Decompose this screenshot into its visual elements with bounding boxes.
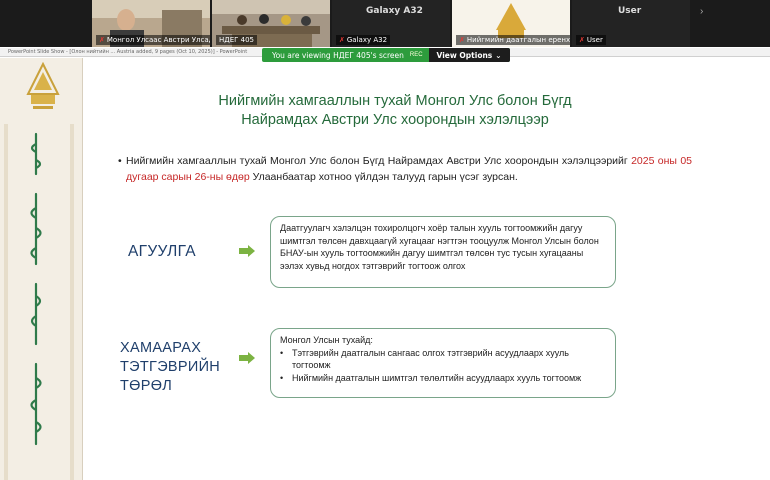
- organization-logo: [26, 62, 60, 109]
- rec-indicator: REC: [409, 52, 423, 58]
- arrow-right-icon: [239, 245, 255, 257]
- mic-muted-icon: ✗: [579, 36, 585, 44]
- participant-title: Galaxy A32: [366, 6, 423, 16]
- slide-divider: [82, 58, 83, 480]
- participant-title: User: [618, 6, 642, 16]
- participant-tile[interactable]: User ✗ User: [572, 0, 690, 47]
- arrow-right-icon: [239, 352, 255, 364]
- intro-bullet: • Нийгмийн хамгааллын тухай Монгол Улс б…: [118, 153, 692, 185]
- participant-tile[interactable]: Galaxy A32 ✗ Galaxy A32: [332, 0, 450, 47]
- slide-title: Нийгмийн хамгааллын тухай Монгол Улс бол…: [200, 92, 590, 130]
- mic-muted-icon: ✗: [339, 36, 345, 44]
- participant-tile-active[interactable]: НДЕГ 405: [212, 0, 330, 47]
- view-options-button[interactable]: View Options ⌄: [428, 48, 510, 62]
- mic-muted-icon: ✗: [99, 36, 105, 44]
- window-title: PowerPoint Slide Show - [Олон нийтийн ..…: [8, 49, 248, 55]
- content-text: Даатгуулагч хэлэлцэн тохиролцогч хоёр та…: [280, 223, 599, 271]
- section-label-pension-types: ХАМААРАХ ТЭТГЭВРИЙН ТӨРӨЛ: [120, 339, 220, 396]
- participant-strip: ✗Монгол Улсаас Австри Улсад с... НДЕГ 40…: [0, 0, 770, 47]
- slide-title-line: Найрамдах Австри Улс хоорондын хэлэлцээр: [241, 112, 549, 128]
- mic-muted-icon: ✗: [459, 36, 465, 44]
- chevron-down-icon: ⌄: [495, 50, 502, 60]
- presentation-slide: Нийгмийн хамгааллын тухай Монгол Улс бол…: [0, 58, 770, 480]
- view-options-label: View Options: [436, 50, 493, 60]
- bullet-text: Улаанбаатар хотноо үйлдэн талууд гарын ү…: [252, 171, 518, 183]
- pension-list: Тэтгэврийн даатгалын сангаас олгох тэтгэ…: [280, 347, 606, 385]
- chevron-right-icon[interactable]: ›: [700, 6, 703, 17]
- bullet-dot: •: [118, 155, 122, 167]
- mongolian-script-ornament: [4, 124, 74, 480]
- content-box: Даатгуулагч хэлэлцэн тохиролцогч хоёр та…: [270, 216, 616, 288]
- label-line: ТӨРӨЛ: [120, 378, 173, 394]
- participant-tile[interactable]: ✗Монгол Улсаас Австри Улсад с...: [92, 0, 210, 47]
- section-label-content: АГУУЛГА: [128, 243, 196, 260]
- list-item: Нийгмийн даатгалын шимтгэл төлөлтийн асу…: [280, 372, 606, 385]
- list-item: Тэтгэврийн даатгалын сангаас олгох тэтгэ…: [280, 347, 606, 372]
- participant-name: Galaxy A32: [346, 36, 388, 44]
- participant-name: User: [586, 36, 603, 44]
- bullet-text: Нийгмийн хамгааллын тухай Монгол Улс бол…: [126, 155, 628, 167]
- participant-name: Монгол Улсаас Австри Улсад с...: [106, 36, 210, 44]
- participant-tile[interactable]: ✗Нийгмийн даатгалын еренхий...: [452, 0, 570, 47]
- screen: ✗Монгол Улсаас Австри Улсад с... НДЕГ 40…: [0, 0, 770, 480]
- participant-name: Нийгмийн даатгалын еренхий...: [466, 36, 570, 44]
- box-heading: Монгол Улсын тухайд:: [280, 335, 373, 345]
- slide-left-ornament-band: [0, 58, 82, 480]
- participant-name: НДЕГ 405: [219, 36, 255, 44]
- label-line: ХАМААРАХ: [120, 340, 202, 356]
- pension-types-box: Монгол Улсын тухайд: Тэтгэврийн даатгалы…: [270, 328, 616, 398]
- label-line: ТЭТГЭВРИЙН: [120, 359, 221, 375]
- screen-share-banner: You are viewing НДЕГ 405's screen REC Vi…: [262, 48, 510, 62]
- viewing-text: You are viewing НДЕГ 405's screen: [272, 50, 404, 60]
- slide-title-line: Нийгмийн хамгааллын тухай Монгол Улс бол…: [218, 93, 572, 109]
